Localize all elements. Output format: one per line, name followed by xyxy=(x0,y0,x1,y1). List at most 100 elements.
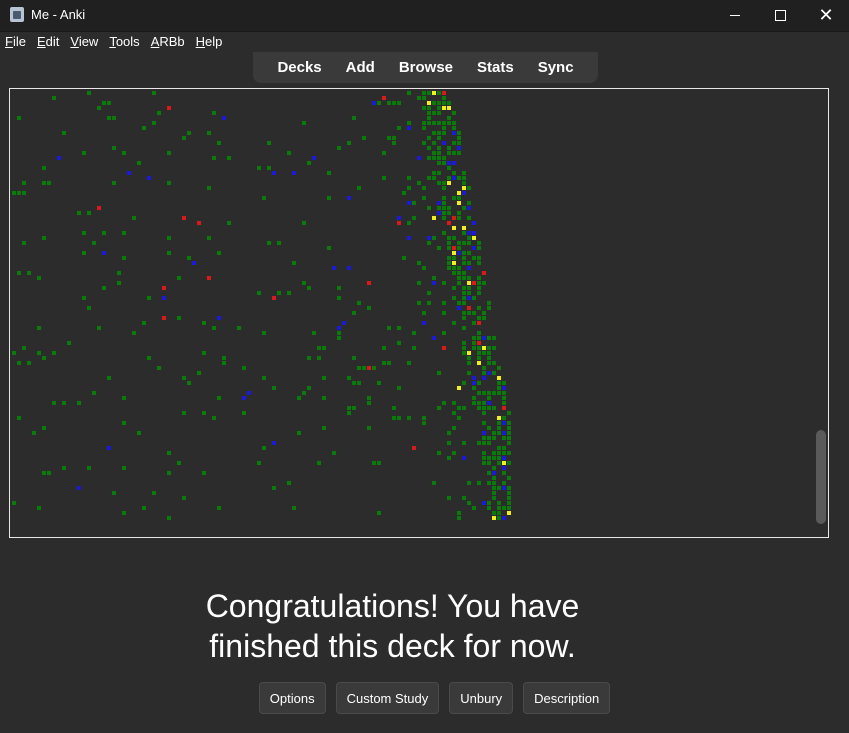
heatmap-cell xyxy=(492,371,496,375)
heatmap-cell xyxy=(352,116,356,120)
heatmap-cell xyxy=(442,301,446,305)
menu-help[interactable]: Help xyxy=(191,32,229,52)
heatmap-cell xyxy=(477,306,481,310)
menu-view[interactable]: View xyxy=(65,32,104,52)
heatmap-cell xyxy=(487,426,491,430)
heatmap-cell xyxy=(477,346,481,350)
heatmap-cell xyxy=(62,131,66,135)
heatmap-cell xyxy=(382,151,386,155)
heatmap-cell xyxy=(17,271,21,275)
heatmap-cell xyxy=(462,206,466,210)
heatmap-cell xyxy=(47,181,51,185)
heatmap-cell xyxy=(497,511,501,515)
unbury-button[interactable]: Unbury xyxy=(449,682,514,714)
description-button[interactable]: Description xyxy=(523,682,611,714)
heatmap-cell xyxy=(497,421,501,425)
heatmap-cell xyxy=(217,141,221,145)
heatmap-cell xyxy=(462,456,466,460)
heatmap-cell xyxy=(97,206,101,210)
heatmap-cell xyxy=(452,151,456,155)
heatmap-cell xyxy=(207,131,211,135)
heatmap-cell xyxy=(502,406,506,410)
menu-arbb[interactable]: ARBb xyxy=(146,32,191,52)
heatmap-cell xyxy=(397,101,401,105)
minimize-button[interactable] xyxy=(712,0,758,31)
heatmap-cell xyxy=(22,241,26,245)
heatmap-cell xyxy=(447,151,451,155)
heatmap-cell xyxy=(427,106,431,110)
options-button[interactable]: Options xyxy=(258,682,326,714)
heatmap-cell xyxy=(442,201,446,205)
heatmap-cell xyxy=(427,146,431,150)
heatmap-cell xyxy=(437,246,441,250)
heatmap-cell xyxy=(452,226,456,230)
heatmap-cell xyxy=(432,101,436,105)
heatmap-cell xyxy=(412,331,416,335)
heatmap-cell xyxy=(467,231,471,235)
heatmap-cell xyxy=(302,221,306,225)
congrats-line-1: Congratulations! You have xyxy=(205,588,580,624)
nav-decks[interactable]: Decks xyxy=(265,59,333,76)
heatmap-cell xyxy=(507,451,511,455)
heatmap-cell xyxy=(122,466,126,470)
custom-study-button[interactable]: Custom Study xyxy=(335,682,440,714)
heatmap-cell xyxy=(477,401,481,405)
heatmap-cell xyxy=(357,381,361,385)
nav-stats[interactable]: Stats xyxy=(465,59,526,76)
heatmap-cell xyxy=(122,256,126,260)
heatmap-cell xyxy=(307,356,311,360)
heatmap-cell xyxy=(467,241,471,245)
heatmap-cell xyxy=(477,316,481,320)
heatmap-cell xyxy=(447,236,451,240)
nav-add[interactable]: Add xyxy=(334,59,387,76)
menu-view-label: iew xyxy=(78,34,99,49)
heatmap-cell xyxy=(467,206,471,210)
close-button[interactable]: ✕ xyxy=(803,0,849,31)
heatmap-cell xyxy=(332,266,336,270)
heatmap-cell xyxy=(432,236,436,240)
heatmap-cell xyxy=(342,321,346,325)
heatmap-cell xyxy=(502,401,506,405)
heatmap-cell xyxy=(422,186,426,190)
heatmap-cell xyxy=(417,301,421,305)
heatmap-cell xyxy=(372,461,376,465)
heatmap-cell xyxy=(357,186,361,190)
maximize-icon xyxy=(774,10,786,21)
heatmap-cell xyxy=(447,221,451,225)
heatmap-cell xyxy=(432,121,436,125)
menu-edit-label: dit xyxy=(45,34,60,49)
heatmap-cell xyxy=(497,461,501,465)
heatmap-cell xyxy=(182,376,186,380)
menu-edit[interactable]: Edit xyxy=(32,32,65,52)
heatmap-cell xyxy=(112,116,116,120)
heatmap-cell xyxy=(197,221,201,225)
menu-tools[interactable]: Tools xyxy=(104,32,145,52)
scrollbar-thumb[interactable] xyxy=(816,430,826,524)
heatmap-cell xyxy=(442,231,446,235)
heatmap-cell xyxy=(262,446,266,450)
menu-file[interactable]: File xyxy=(0,32,32,52)
heatmap-cell xyxy=(457,416,461,420)
heatmap-cell xyxy=(407,236,411,240)
heatmap-cell xyxy=(462,176,466,180)
heatmap-cell xyxy=(442,91,446,95)
heatmap-cell xyxy=(397,126,401,130)
heatmap-cell xyxy=(22,346,26,350)
heatmap-cell xyxy=(472,311,476,315)
heatmap-cell xyxy=(422,321,426,325)
heatmap-cell xyxy=(322,346,326,350)
heatmap-cell xyxy=(407,186,411,190)
heatmap-cell xyxy=(347,411,351,415)
heatmap-cell xyxy=(432,336,436,340)
heatmap-cell xyxy=(317,356,321,360)
heatmap-cell xyxy=(497,506,501,510)
nav-browse[interactable]: Browse xyxy=(387,59,465,76)
maximize-button[interactable] xyxy=(757,0,803,31)
heatmap-cell xyxy=(477,281,481,285)
heatmap-cell xyxy=(477,276,481,280)
heatmap-cell xyxy=(447,101,451,105)
heatmap-cell xyxy=(392,101,396,105)
heatmap-cell xyxy=(452,411,456,415)
heatmap-cell xyxy=(272,486,276,490)
nav-sync[interactable]: Sync xyxy=(526,59,586,76)
